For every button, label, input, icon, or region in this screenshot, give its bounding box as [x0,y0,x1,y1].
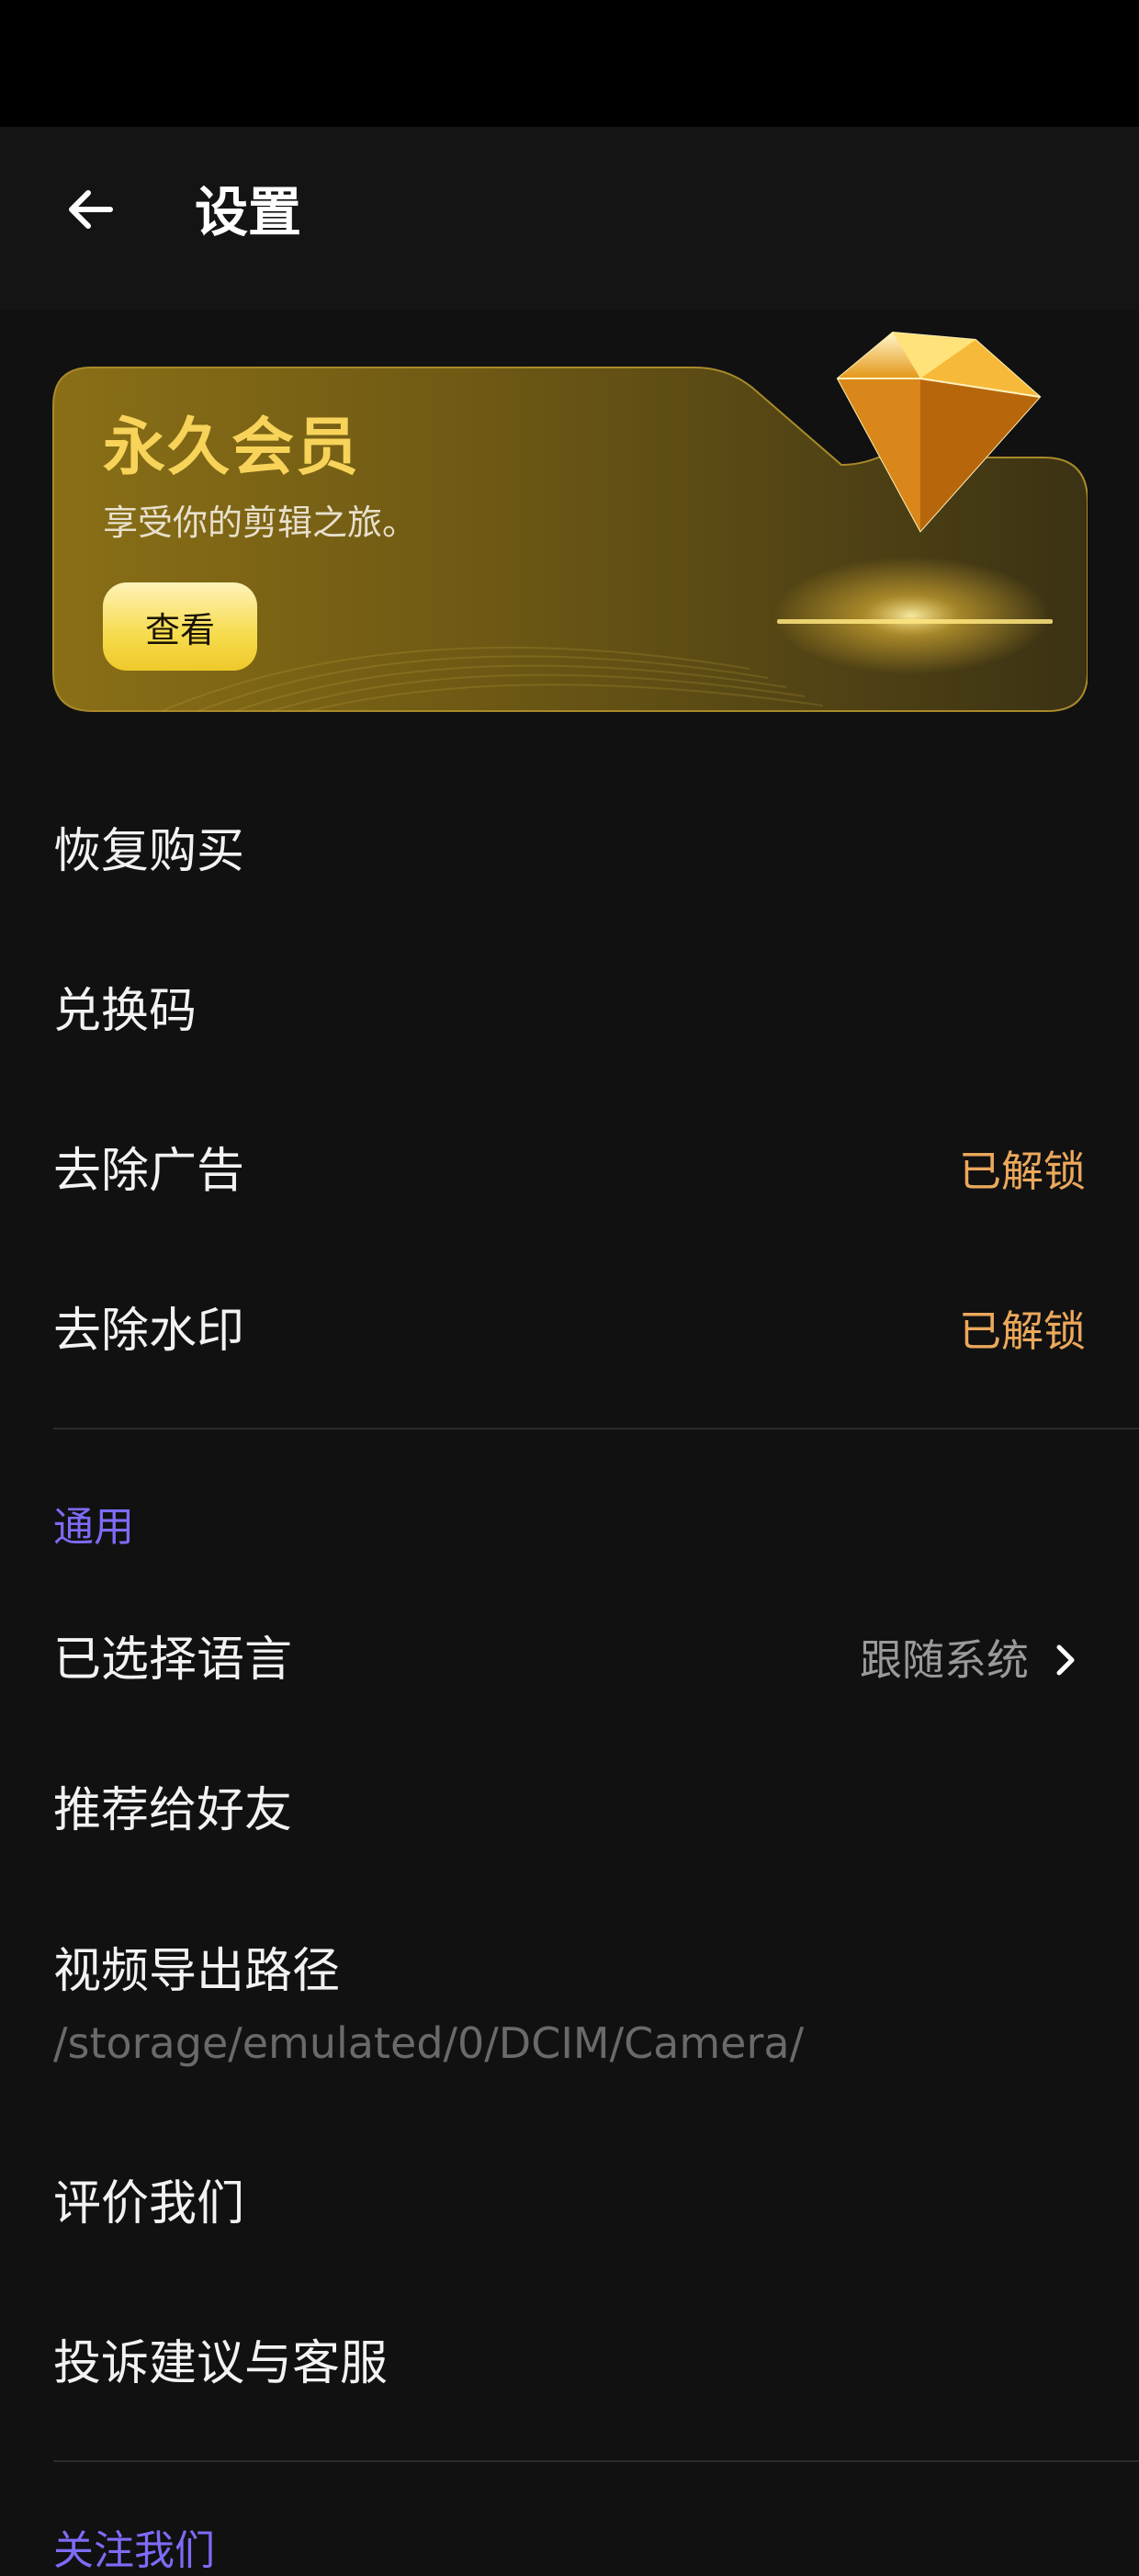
remove-ads-item[interactable]: 去除广告 已解锁 [0,1102,1139,1240]
language-label: 已选择语言 [53,1633,293,1688]
view-vip-button[interactable]: 查看 [103,582,257,671]
status-bar [0,0,1139,127]
remove-ads-label: 去除广告 [53,1144,245,1199]
section-divider [53,1428,1139,1429]
remove-watermark-status: 已解锁 [959,1306,1086,1356]
language-value: 跟随系统 [860,1635,1029,1685]
arrow-left-icon [69,190,113,229]
export-path-label: 视频导出路径 [53,1944,341,1999]
vip-banner[interactable]: 永久会员 享受你的剪辑之旅。 查看 [51,331,1088,713]
language-item[interactable]: 已选择语言 跟随系统 [0,1591,1139,1729]
remove-watermark-label: 去除水印 [53,1304,245,1359]
recommend-friends-item[interactable]: 推荐给好友 [0,1742,1139,1880]
restore-purchase-item[interactable]: 恢复购买 [0,783,1139,921]
vip-title: 永久会员 [103,412,361,484]
feedback-support-label: 投诉建议与客服 [53,2336,389,2391]
diamond-icon [783,323,1058,548]
page-title: 设置 [195,181,302,243]
remove-watermark-item[interactable]: 去除水印 已解锁 [0,1262,1139,1400]
recommend-friends-label: 推荐给好友 [53,1783,293,1838]
chevron-right-icon [1047,1642,1084,1678]
section-divider [53,2460,1139,2462]
feedback-support-item[interactable]: 投诉建议与客服 [0,2295,1139,2433]
back-button[interactable] [53,173,127,246]
header: 设置 [0,127,1139,311]
section-title-follow-us: 关注我们 [53,2527,215,2574]
export-path-item[interactable]: 视频导出路径 /storage/emulated/0/DCIM/Camera/ [0,1902,1139,2104]
rate-us-label: 评价我们 [53,2176,245,2231]
section-title-general: 通用 [53,1504,134,1551]
restore-purchase-label: 恢复购买 [53,824,245,879]
redeem-code-item[interactable]: 兑换码 [0,943,1139,1080]
redeem-code-label: 兑换码 [53,984,197,1039]
export-path-value: /storage/emulated/0/DCIM/Camera/ [53,2018,805,2068]
remove-ads-status: 已解锁 [959,1147,1086,1196]
vip-subtitle: 享受你的剪辑之旅。 [103,503,418,543]
rate-us-item[interactable]: 评价我们 [0,2135,1139,2273]
